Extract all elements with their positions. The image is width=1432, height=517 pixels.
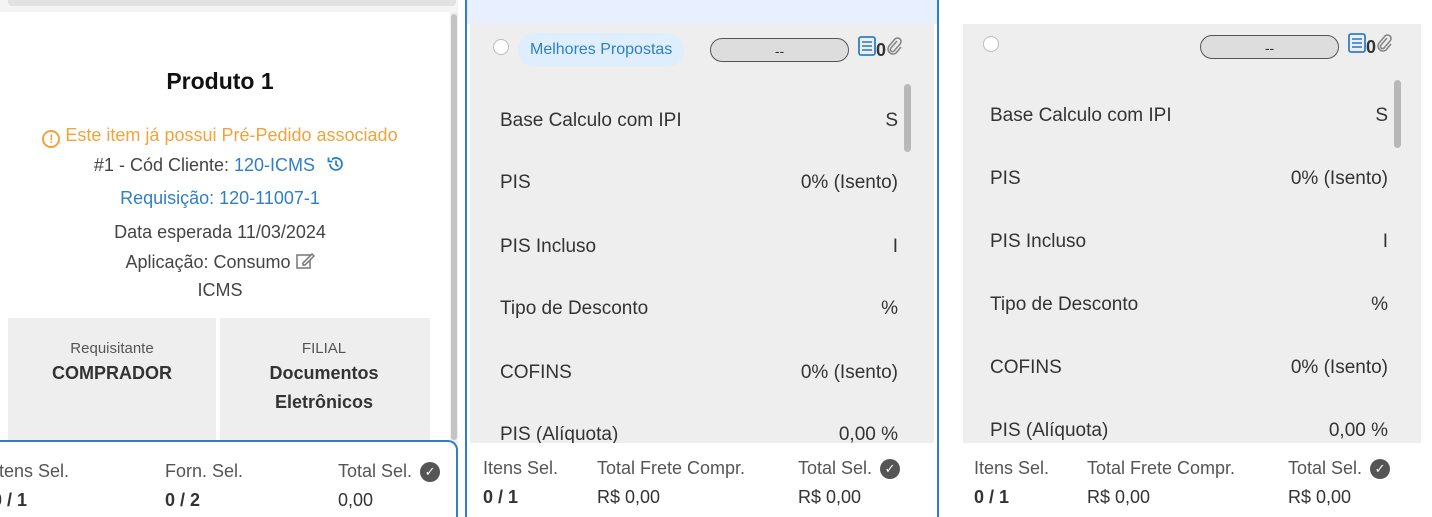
- supplier-2-select-radio[interactable]: [983, 36, 999, 52]
- application-text: Aplicação: Consumo: [125, 252, 291, 272]
- total-selected-label-wrap: Total Sel. ✓: [1288, 458, 1391, 479]
- property-label: Tipo de Desconto: [500, 298, 649, 319]
- supplier-2-doc-count: 0: [1366, 37, 1377, 57]
- check-circle-icon: ✓: [1370, 459, 1391, 479]
- property-value: S: [885, 110, 898, 131]
- supplier-2-footer: Itens Sel. 0 / 1 Total Frete Compr. R$ 0…: [958, 443, 1424, 517]
- property-value: I: [892, 236, 898, 257]
- warning-circle-icon: !: [42, 130, 61, 148]
- supplier-1-selected-band: [467, 0, 937, 24]
- freight-total-value: R$ 0,00: [1087, 487, 1151, 507]
- property-value: 0% (Isento): [1290, 357, 1388, 378]
- suppliers-selected-label: Forn. Sel.: [165, 461, 244, 481]
- property-value: %: [881, 298, 898, 319]
- supplier-1-status-pill[interactable]: --: [710, 38, 849, 62]
- check-circle-icon: ✓: [880, 459, 901, 479]
- total-selected-value: R$ 0,00: [798, 487, 862, 507]
- requester-value: COMPRADOR: [52, 363, 172, 383]
- property-label: PIS: [990, 168, 1021, 189]
- property-value: %: [1371, 294, 1388, 315]
- property-value: 0% (Isento): [800, 172, 898, 193]
- property-label: Base Calculo com IPI: [990, 105, 1172, 126]
- property-label: PIS Incluso: [990, 231, 1087, 252]
- items-selected-label: Itens Sel.: [974, 458, 1050, 478]
- paperclip-icon[interactable]: [1376, 33, 1392, 58]
- property-label: COFINS: [990, 357, 1062, 378]
- total-selected-label-wrap: Total Sel. ✓: [338, 461, 441, 482]
- branch-value-line1: Documentos: [269, 363, 379, 383]
- property-label: PIS (Alíquota): [990, 420, 1109, 441]
- supplier-1-doc-tools: 0: [858, 36, 902, 61]
- best-proposals-badge: Melhores Propostas: [518, 33, 685, 67]
- property-label: PIS Incluso: [500, 236, 597, 257]
- suppliers-selected-value: 0 / 2: [165, 490, 201, 510]
- product-top-bar: [8, 0, 456, 6]
- paperclip-icon[interactable]: [886, 36, 902, 61]
- column-gap: [458, 0, 465, 517]
- freight-total-label: Total Frete Compr.: [1087, 458, 1236, 478]
- supplier-2-status-pill[interactable]: --: [1200, 35, 1339, 59]
- product-scrollbar-thumb[interactable]: [451, 14, 457, 440]
- prepedido-warning-text: Este item já possui Pré-Pedido associado: [65, 125, 398, 145]
- property-value: 0% (Isento): [800, 362, 898, 383]
- property-value: 0% (Isento): [1290, 168, 1388, 189]
- property-value: S: [1375, 105, 1388, 126]
- client-code-line: #1 - Cód Cliente: 120-ICMS: [0, 154, 440, 179]
- list-icon[interactable]: [1348, 33, 1366, 58]
- property-label: Tipo de Desconto: [990, 294, 1139, 315]
- supplier-2-scrollbar-thumb[interactable]: [1394, 80, 1401, 148]
- product-title: Produto 1: [166, 68, 274, 94]
- property-label: COFINS: [500, 362, 572, 383]
- total-selected-value: R$ 0,00: [1288, 487, 1352, 507]
- items-selected-value: 0 / 1: [974, 487, 1010, 507]
- requester-cell: Requisitante COMPRADOR: [8, 318, 216, 388]
- tax-label: ICMS: [197, 280, 243, 300]
- supplier-1-footer: Itens Sel. 0 / 1 Total Frete Compr. R$ 0…: [467, 443, 937, 517]
- application-line: Aplicação: Consumo: [0, 251, 440, 276]
- info-grid-divider: [216, 318, 220, 452]
- requisition-link[interactable]: Requisição: 120-11007-1: [0, 188, 440, 209]
- property-label: PIS: [500, 172, 531, 193]
- items-selected-label: Itens Sel.: [0, 461, 70, 481]
- property-label: Base Calculo com IPI: [500, 110, 682, 131]
- product-footer: Itens Sel. 0 / 1 Forn. Sel. 0 / 2 Total …: [0, 440, 458, 517]
- items-selected-label: Itens Sel.: [483, 458, 559, 478]
- branch-cell: FILIAL Documentos Eletrônicos: [220, 318, 428, 417]
- branch-label: FILIAL: [301, 340, 347, 357]
- supplier-1-select-radio[interactable]: [493, 39, 509, 55]
- branch-value-line2: Eletrônicos: [274, 392, 374, 412]
- list-icon[interactable]: [858, 36, 876, 61]
- total-selected-label: Total Sel.: [798, 458, 873, 478]
- total-selected-value: 0,00: [338, 490, 374, 510]
- client-code-link[interactable]: 120-ICMS: [234, 155, 315, 175]
- requester-label: Requisitante: [70, 340, 154, 357]
- items-selected-value: 0 / 1: [0, 490, 28, 510]
- items-selected-value: 0 / 1: [483, 487, 519, 507]
- freight-total-value: R$ 0,00: [597, 487, 661, 507]
- property-value: 0,00 %: [1328, 420, 1388, 441]
- total-selected-label-wrap: Total Sel. ✓: [798, 458, 901, 479]
- product-column: Produto 1 ! Este item já possui Pré-Pedid…: [0, 0, 465, 517]
- prepedido-warning: ! Este item já possui Pré-Pedido associad…: [0, 125, 440, 148]
- history-icon[interactable]: [326, 154, 346, 179]
- edit-icon[interactable]: [295, 251, 315, 276]
- check-circle-icon: ✓: [420, 462, 441, 482]
- total-selected-label: Total Sel.: [1288, 458, 1363, 478]
- freight-total-label: Total Frete Compr.: [597, 458, 746, 478]
- total-selected-label: Total Sel.: [338, 461, 413, 481]
- property-value: I: [1382, 231, 1388, 252]
- supplier-1-scrollbar-thumb[interactable]: [904, 84, 911, 152]
- supplier-2-doc-tools: 0: [1348, 33, 1392, 58]
- client-code-prefix: #1 - Cód Cliente:: [93, 155, 229, 175]
- supplier-1-doc-count: 0: [876, 40, 887, 60]
- expected-date: Data esperada 11/03/2024: [114, 222, 326, 242]
